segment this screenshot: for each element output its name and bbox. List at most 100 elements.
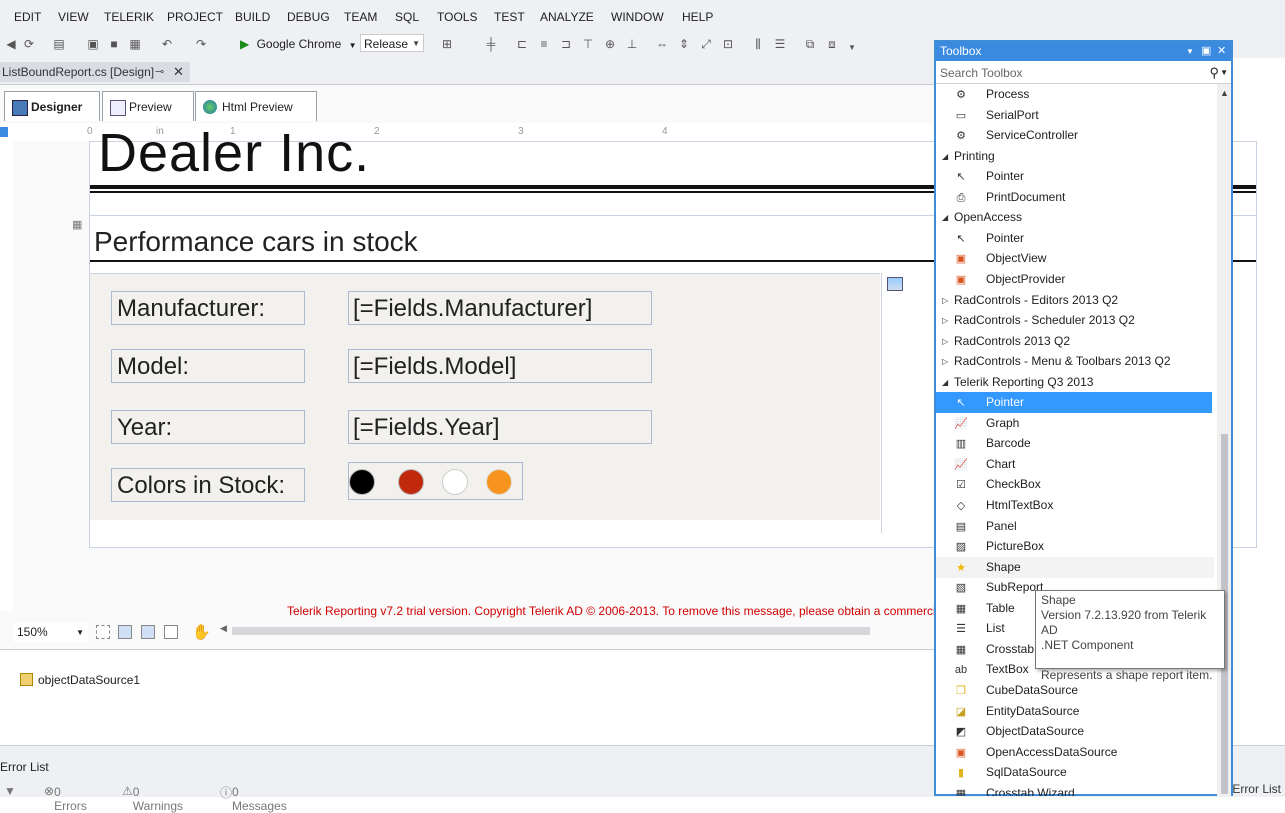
tray-component[interactable]: objectDataSource1: [20, 673, 140, 687]
save-icon[interactable]: ■: [107, 37, 121, 51]
send-to-back-icon[interactable]: ⧈: [825, 37, 839, 51]
collapsed-arrow-icon[interactable]: ▷: [942, 310, 948, 331]
document-tab[interactable]: ListBoundReport.cs [Design] ⊸ ✕: [0, 62, 190, 82]
toolbox-category[interactable]: ▷ RadControls 2013 Q2: [936, 331, 1214, 352]
close-icon[interactable]: ✕: [1217, 42, 1226, 61]
menu-item-debug[interactable]: DEBUG: [287, 10, 330, 24]
color-swatch-red[interactable]: [398, 469, 424, 495]
toolbox-item[interactable]: ⚙ Process: [936, 84, 1214, 105]
color-swatch-orange[interactable]: [486, 469, 512, 495]
error-list-tab[interactable]: Error List: [1232, 782, 1281, 796]
close-icon[interactable]: ✕: [173, 62, 184, 82]
align-bottom-icon[interactable]: ⊥: [625, 37, 639, 51]
toolbox-item[interactable]: ◩ ObjectDataSource: [936, 721, 1214, 742]
snap-to-grid-icon[interactable]: [118, 625, 132, 639]
layout-icon[interactable]: ⊞: [440, 37, 454, 51]
search-icon[interactable]: ⚲: [1209, 62, 1219, 84]
chevron-down-icon[interactable]: ▼: [1186, 42, 1194, 61]
menu-item-tools[interactable]: TOOLS: [437, 10, 477, 24]
align-left-icon[interactable]: ⊏: [515, 37, 529, 51]
list-item[interactable]: Manufacturer: [=Fields.Manufacturer] Mod…: [90, 273, 880, 520]
open-file-icon[interactable]: ▣: [86, 37, 100, 51]
hand-icon[interactable]: ✋: [192, 623, 211, 641]
toolbox-scrollbar[interactable]: ▲: [1217, 84, 1231, 796]
save-all-icon[interactable]: ▦: [128, 37, 142, 51]
model-label[interactable]: Model:: [111, 349, 305, 383]
vertical-spacing-icon[interactable]: ☰: [773, 37, 787, 51]
redo-icon[interactable]: ↷: [194, 37, 208, 51]
horizontal-scrollbar[interactable]: [232, 627, 870, 635]
toolbox-item[interactable]: ▣ ObjectView: [936, 248, 1214, 269]
year-field[interactable]: [=Fields.Year]: [348, 410, 652, 444]
menu-item-edit[interactable]: EDIT: [14, 10, 41, 24]
toolbox-category[interactable]: ▷ RadControls - Menu & Toolbars 2013 Q2: [936, 351, 1214, 372]
bring-to-front-icon[interactable]: ⧉: [803, 37, 817, 51]
toolbox-category[interactable]: ◢ OpenAccess: [936, 207, 1214, 228]
menu-item-telerik[interactable]: TELERIK: [104, 10, 154, 24]
zoom-select[interactable]: 150% ▼: [13, 623, 88, 642]
colors-panel[interactable]: [348, 462, 523, 500]
undo-icon[interactable]: ↶: [160, 37, 174, 51]
menu-item-analyze[interactable]: ANALYZE: [540, 10, 594, 24]
toolbox-item[interactable]: ↖ Pointer: [936, 166, 1214, 187]
tab-preview[interactable]: Preview: [102, 91, 194, 121]
expanded-arrow-icon[interactable]: ◢: [942, 207, 948, 228]
tab-designer[interactable]: Designer: [4, 91, 100, 121]
toolbox-item[interactable]: ▣ OpenAccessDataSource: [936, 742, 1214, 763]
toolbox-item[interactable]: ⚙ ServiceController: [936, 125, 1214, 146]
toolbox-item[interactable]: ▦ Crosstab Wizard: [936, 783, 1214, 796]
align-middle-icon[interactable]: ⊕: [603, 37, 617, 51]
toolbar-overflow-icon[interactable]: ▼: [845, 41, 859, 55]
toolbox-item[interactable]: ⎙ PrintDocument: [936, 187, 1214, 208]
toolbox-item[interactable]: ◇ HtmlTextBox: [936, 495, 1214, 516]
snap-to-lines-icon[interactable]: [141, 625, 155, 639]
menu-item-view[interactable]: VIEW: [58, 10, 89, 24]
year-label[interactable]: Year:: [111, 410, 305, 444]
toolbox-item[interactable]: ▨ PictureBox: [936, 536, 1214, 557]
color-swatch-white[interactable]: [442, 469, 468, 495]
expanded-arrow-icon[interactable]: ◢: [942, 372, 948, 393]
same-height-icon[interactable]: ⇕: [677, 37, 691, 51]
toolbox-item[interactable]: ▤ Panel: [936, 516, 1214, 537]
toolbox-item[interactable]: ▭ SerialPort: [936, 105, 1214, 126]
scroll-left-icon[interactable]: ◀: [220, 623, 227, 634]
same-size-icon[interactable]: ⤢: [699, 37, 713, 51]
snap-grid-icon[interactable]: ╪: [484, 37, 498, 51]
report-title[interactable]: Dealer Inc.: [98, 122, 370, 184]
dimension-lines-icon[interactable]: [164, 625, 178, 639]
menu-item-test[interactable]: TEST: [494, 10, 525, 24]
new-project-icon[interactable]: ▤: [52, 37, 66, 51]
forward-icon[interactable]: ⟳: [22, 37, 36, 51]
report-subtitle[interactable]: Performance cars in stock: [94, 226, 418, 258]
expanded-arrow-icon[interactable]: ◢: [942, 146, 948, 167]
toolbox-item[interactable]: ↖ Pointer: [936, 392, 1212, 414]
grid-icon[interactable]: [96, 625, 110, 639]
collapsed-arrow-icon[interactable]: ▷: [942, 331, 948, 352]
menu-item-sql[interactable]: SQL: [395, 10, 419, 24]
toolbox-item[interactable]: 📈 Graph: [936, 413, 1214, 434]
menu-item-project[interactable]: PROJECT: [167, 10, 223, 24]
tab-html-preview[interactable]: Html Preview: [195, 91, 317, 121]
toolbox-item[interactable]: ❒ CubeDataSource: [936, 680, 1214, 701]
same-width-icon[interactable]: ⇔: [655, 37, 669, 51]
horizontal-spacing-icon[interactable]: ⫼: [751, 37, 765, 51]
configuration-select[interactable]: Release ▼: [360, 34, 424, 52]
toolbox-category[interactable]: ◢ Telerik Reporting Q3 2013: [936, 372, 1214, 393]
colors-label[interactable]: Colors in Stock:: [111, 468, 305, 502]
align-right-icon[interactable]: ⊐: [559, 37, 573, 51]
size-to-grid-icon[interactable]: ⊡: [721, 37, 735, 51]
align-top-icon[interactable]: ⊤: [581, 37, 595, 51]
menu-item-team[interactable]: TEAM: [344, 10, 377, 24]
toolbox-item[interactable]: ↖ Pointer: [936, 228, 1214, 249]
color-swatch-black[interactable]: [349, 469, 375, 495]
toolbox-item[interactable]: ★ Shape: [936, 556, 1214, 578]
toolbox-item[interactable]: ◪ EntityDataSource: [936, 701, 1214, 722]
menu-item-build[interactable]: BUILD: [235, 10, 270, 24]
manufacturer-label[interactable]: Manufacturer:: [111, 291, 305, 325]
toolbox-item[interactable]: ▥ Barcode: [936, 433, 1214, 454]
pin-icon[interactable]: ⊸: [155, 62, 164, 82]
scroll-up-icon[interactable]: ▲: [1220, 88, 1229, 98]
toolbox-item[interactable]: ▣ ObjectProvider: [936, 269, 1214, 290]
chevron-down-icon[interactable]: ▼: [1220, 62, 1228, 84]
toolbox-item[interactable]: ▮ SqlDataSource: [936, 762, 1214, 783]
